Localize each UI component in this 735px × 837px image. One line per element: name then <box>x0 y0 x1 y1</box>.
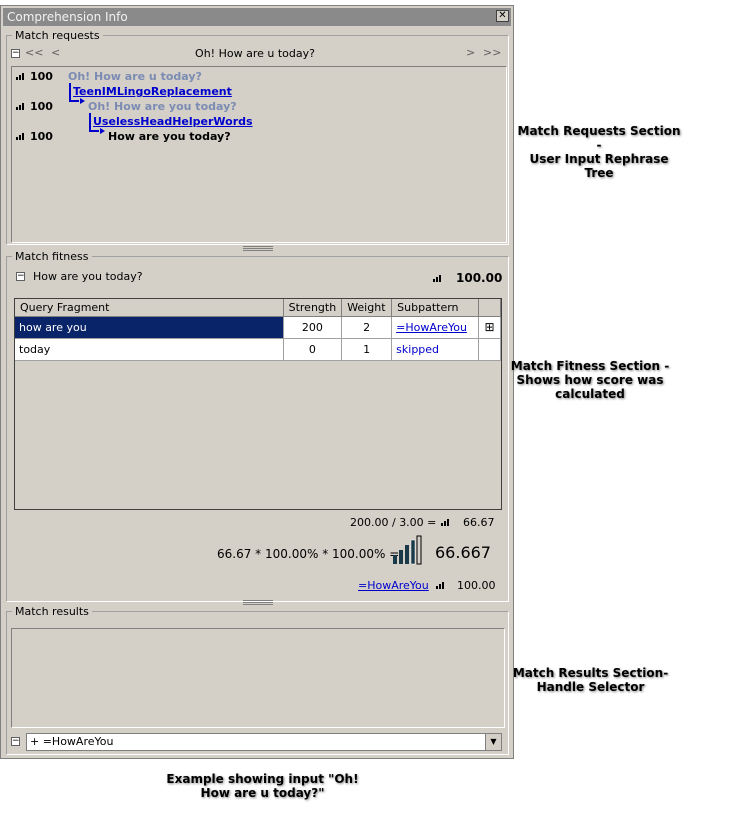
annotation-requests: Match Requests Section - User Input Reph… <box>517 124 681 180</box>
strength-cell: 200 <box>283 316 343 339</box>
fitness-table: Query Fragment Strength Weight Subpatter… <box>15 299 501 361</box>
request-score: 100 <box>30 100 53 113</box>
tree-connector <box>89 113 99 132</box>
arrow-right-icon <box>100 128 105 134</box>
tree-connector <box>69 83 79 102</box>
tree-node-final[interactable]: How are you today? <box>108 130 231 143</box>
last-request-button[interactable]: >> <box>483 46 501 59</box>
arrow-right-icon <box>80 98 85 104</box>
match-results-legend: Match results <box>15 605 89 618</box>
title-bar: Comprehension Info ✕ <box>3 8 511 26</box>
next-request-button[interactable]: > <box>466 46 475 59</box>
annotation-results: Match Results Section- Handle Selector <box>512 666 669 694</box>
rephrase-tree: 100 Oh! How are u today? TeenIMLingoRepl… <box>11 66 507 243</box>
expand-cell <box>478 338 501 361</box>
fragment-cell[interactable]: how are you <box>15 316 284 339</box>
strength-cell: 0 <box>283 338 343 361</box>
window-title: Comprehension Info <box>7 10 128 24</box>
handle-selector[interactable]: + =HowAreYou ▼ <box>26 733 502 751</box>
signal-strength-icon <box>436 581 446 589</box>
tree-link-useless-head[interactable]: UselessHeadHelperWords <box>93 115 253 128</box>
signal-strength-icon <box>16 72 26 80</box>
tree-node-input[interactable]: Oh! How are u today? <box>68 70 202 83</box>
subpattern-cell: =HowAreYou <box>391 316 480 339</box>
request-score: 100 <box>30 70 53 83</box>
match-requests-legend: Match requests <box>15 29 100 42</box>
pattern-link[interactable]: =HowAreYou <box>358 579 429 592</box>
table-row[interactable]: today 0 1 skipped <box>15 338 501 361</box>
fragment-cell[interactable]: today <box>15 338 284 361</box>
signal-strength-icon <box>393 535 422 565</box>
request-score: 100 <box>30 130 53 143</box>
tree-node-rephrase-1[interactable]: Oh! How are you today? <box>88 100 237 113</box>
request-navigator: << < Oh! How are u today? > >> <box>9 46 501 62</box>
signal-strength-icon <box>441 518 451 526</box>
collapse-icon[interactable]: − <box>11 737 20 746</box>
expand-icon[interactable]: ⊞ <box>478 316 501 339</box>
table-row[interactable]: how are you 200 2 =HowAreYou ⊞ <box>15 316 501 339</box>
current-request-title: Oh! How are u today? <box>195 47 315 60</box>
comprehension-info-window: Comprehension Info ✕ Match requests − <<… <box>0 5 514 759</box>
col-strength[interactable]: Strength <box>283 299 343 317</box>
tree-link-teen-im[interactable]: TeenIMLingoReplacement <box>73 85 232 98</box>
match-fitness-legend: Match fitness <box>15 250 89 263</box>
final-score: 66.667 <box>435 543 491 562</box>
weight-cell: 2 <box>341 316 393 339</box>
results-list <box>11 628 505 728</box>
fitness-score: 100.00 <box>456 271 503 285</box>
weight-cell: 1 <box>341 338 393 361</box>
signal-strength-icon <box>16 132 26 140</box>
col-expand <box>478 299 501 317</box>
close-icon[interactable]: ✕ <box>496 10 509 22</box>
annotation-fitness: Match Fitness Section - Shows how score … <box>510 359 670 401</box>
fitness-query: How are you today? <box>33 270 143 283</box>
col-query-fragment[interactable]: Query Fragment <box>15 299 284 317</box>
caption: Example showing input "Oh! How are u tod… <box>166 772 359 800</box>
subpattern-cell: skipped <box>391 338 480 361</box>
division-result: 66.67 <box>463 516 495 529</box>
collapse-icon[interactable]: − <box>16 272 25 281</box>
col-weight[interactable]: Weight <box>341 299 393 317</box>
score-product: 66.67 * 100.00% * 100.00% = <box>217 547 400 561</box>
score-division: 200.00 / 3.00 = <box>350 516 437 529</box>
subpattern-link[interactable]: =HowAreYou <box>396 321 467 334</box>
signal-strength-icon <box>433 274 443 282</box>
chevron-down-icon[interactable]: ▼ <box>485 734 501 750</box>
pattern-score: 100.00 <box>457 579 496 592</box>
signal-strength-icon <box>16 102 26 110</box>
handle-selector-value: + =HowAreYou <box>30 735 114 748</box>
col-subpattern[interactable]: Subpattern <box>391 299 480 317</box>
